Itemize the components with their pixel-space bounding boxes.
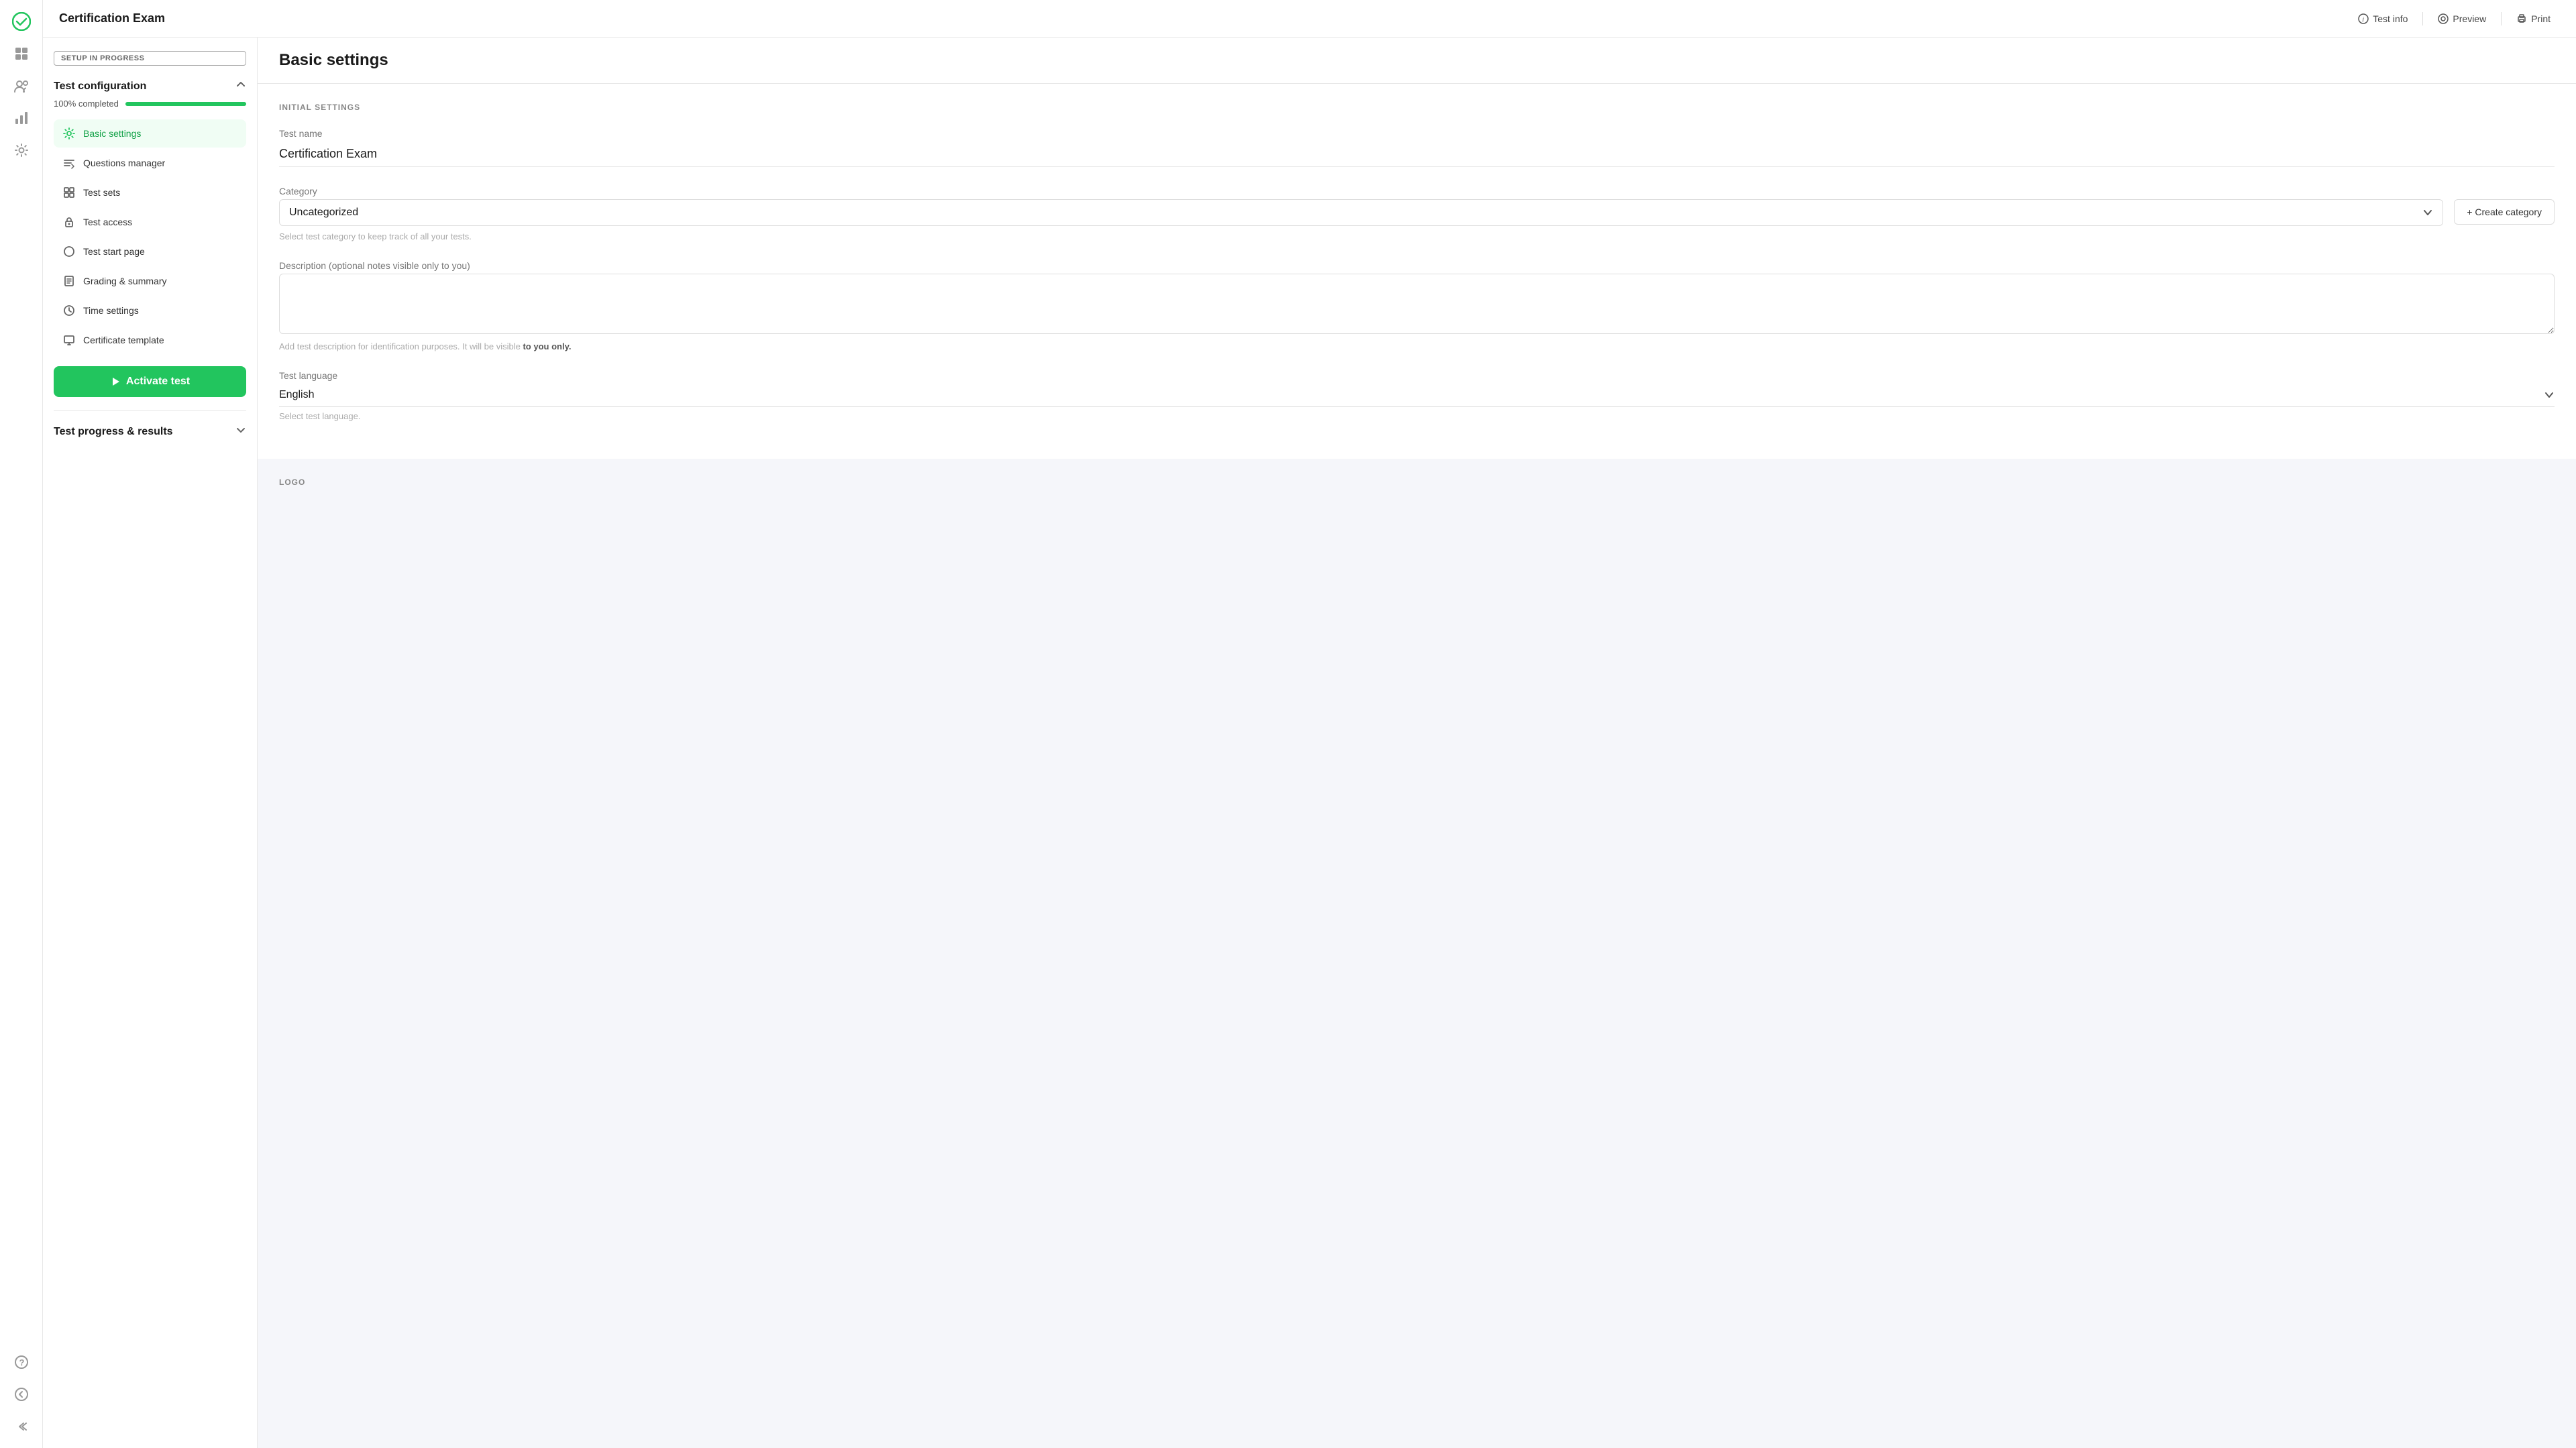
main-container: Certification Exam i Test info Preview: [43, 0, 2576, 1448]
questions-manager-label: Questions manager: [83, 158, 165, 168]
test-name-value[interactable]: Certification Exam: [279, 142, 2555, 167]
sidebar-item-time-settings[interactable]: Time settings: [54, 296, 246, 325]
category-label: Category: [279, 186, 2555, 197]
certificate-template-icon: [62, 333, 76, 347]
description-label: Description (optional notes visible only…: [279, 260, 2555, 271]
progress-bar-bg: [125, 102, 246, 106]
category-row: Uncategorized + Create category: [279, 199, 2555, 226]
grading-summary-label: Grading & summary: [83, 276, 166, 286]
test-progress-section-header: Test progress & results: [54, 425, 246, 439]
category-value: Uncategorized: [289, 207, 358, 219]
language-hint: Select test language.: [279, 411, 2555, 421]
category-hint: Select test category to keep track of al…: [279, 231, 2555, 241]
svg-text:i: i: [2363, 16, 2365, 23]
test-name-field: Test name Certification Exam: [279, 128, 2555, 167]
test-progress-title: Test progress & results: [54, 426, 173, 438]
progress-row: 100% completed: [54, 99, 246, 109]
sidebar-item-questions-manager[interactable]: Questions manager: [54, 149, 246, 177]
description-hint-text: Add test description for identification …: [279, 341, 523, 351]
brand-logo-icon[interactable]: [8, 8, 35, 35]
back-icon[interactable]: [8, 1381, 35, 1408]
language-field: Test language English Select test langua…: [279, 370, 2555, 421]
test-access-label: Test access: [83, 217, 132, 227]
test-config-title: Test configuration: [54, 80, 146, 93]
test-access-icon: [62, 215, 76, 229]
basic-settings-icon: [62, 126, 76, 141]
icon-rail: ?: [0, 0, 43, 1448]
svg-text:?: ?: [19, 1357, 24, 1368]
language-dropdown[interactable]: English: [279, 384, 2555, 407]
header-actions: i Test info Preview Print: [2349, 9, 2560, 28]
print-label: Print: [2531, 13, 2551, 24]
test-config-section-header: Test configuration: [54, 79, 246, 93]
preview-icon: [2438, 13, 2449, 24]
description-textarea[interactable]: [279, 274, 2555, 334]
sidebar: SETUP IN PROGRESS Test configuration 100…: [43, 38, 258, 1448]
description-field: Description (optional notes visible only…: [279, 260, 2555, 351]
create-category-label: + Create category: [2467, 207, 2542, 217]
test-start-page-label: Test start page: [83, 246, 145, 257]
test-info-label: Test info: [2373, 13, 2408, 24]
sidebar-nav: Basic settings Questions manager: [54, 119, 246, 355]
progress-label: 100% completed: [54, 99, 119, 109]
basic-settings-label: Basic settings: [83, 128, 141, 139]
create-category-button[interactable]: + Create category: [2454, 199, 2555, 225]
sidebar-item-test-start-page[interactable]: Test start page: [54, 237, 246, 266]
sidebar-item-test-access[interactable]: Test access: [54, 208, 246, 236]
activate-test-label: Activate test: [126, 376, 190, 388]
language-value: English: [279, 389, 314, 401]
header-divider-2: [2501, 12, 2502, 25]
category-field: Category Uncategorized + Create category: [279, 186, 2555, 241]
content-area: SETUP IN PROGRESS Test configuration 100…: [43, 38, 2576, 1448]
category-chevron-icon: [2422, 207, 2433, 218]
time-settings-label: Time settings: [83, 305, 139, 316]
print-icon: [2516, 13, 2527, 24]
questions-manager-icon: [62, 156, 76, 170]
activate-test-button[interactable]: Activate test: [54, 366, 246, 397]
preview-button[interactable]: Preview: [2428, 9, 2496, 28]
help-icon[interactable]: ?: [8, 1349, 35, 1376]
header-title: Certification Exam: [59, 11, 2349, 25]
description-hint-bold: to you only.: [523, 341, 571, 351]
language-label: Test language: [279, 370, 2555, 381]
test-info-button[interactable]: i Test info: [2349, 9, 2417, 28]
grid-icon[interactable]: [8, 40, 35, 67]
collapse-icon[interactable]: [8, 1413, 35, 1440]
sidebar-item-certificate-template[interactable]: Certificate template: [54, 326, 246, 354]
category-dropdown[interactable]: Uncategorized: [279, 199, 2443, 226]
main-content: Basic settings INITIAL SETTINGS Test nam…: [258, 38, 2576, 1448]
test-config-chevron-icon[interactable]: [235, 79, 246, 93]
sidebar-item-test-sets[interactable]: Test sets: [54, 178, 246, 207]
certificate-template-label: Certificate template: [83, 335, 164, 345]
play-icon: [110, 376, 121, 387]
test-start-page-icon: [62, 244, 76, 259]
print-button[interactable]: Print: [2507, 9, 2560, 28]
page-header: Basic settings: [258, 38, 2576, 84]
language-chevron-icon: [2544, 390, 2555, 400]
sidebar-item-grading-summary[interactable]: Grading & summary: [54, 267, 246, 295]
logo-label: LOGO: [279, 478, 2555, 487]
progress-bar-fill: [125, 102, 246, 106]
settings-icon[interactable]: [8, 137, 35, 164]
test-sets-label: Test sets: [83, 187, 120, 198]
setup-badge: SETUP IN PROGRESS: [54, 51, 246, 66]
description-hint: Add test description for identification …: [279, 341, 2555, 351]
sidebar-item-basic-settings[interactable]: Basic settings: [54, 119, 246, 148]
grading-summary-icon: [62, 274, 76, 288]
logo-section: LOGO: [258, 459, 2576, 506]
content-card: INITIAL SETTINGS Test name Certification…: [258, 84, 2576, 459]
info-icon: i: [2358, 13, 2369, 24]
test-progress-chevron-icon[interactable]: [235, 425, 246, 439]
preview-label: Preview: [2453, 13, 2486, 24]
header-divider-1: [2422, 12, 2423, 25]
test-sets-icon: [62, 185, 76, 200]
sidebar-divider: [54, 410, 246, 411]
chart-icon[interactable]: [8, 105, 35, 131]
test-name-label: Test name: [279, 128, 2555, 139]
page-title: Basic settings: [279, 51, 2555, 70]
initial-settings-label: INITIAL SETTINGS: [279, 103, 2555, 112]
time-settings-icon: [62, 303, 76, 318]
top-header: Certification Exam i Test info Preview: [43, 0, 2576, 38]
users-icon[interactable]: [8, 72, 35, 99]
